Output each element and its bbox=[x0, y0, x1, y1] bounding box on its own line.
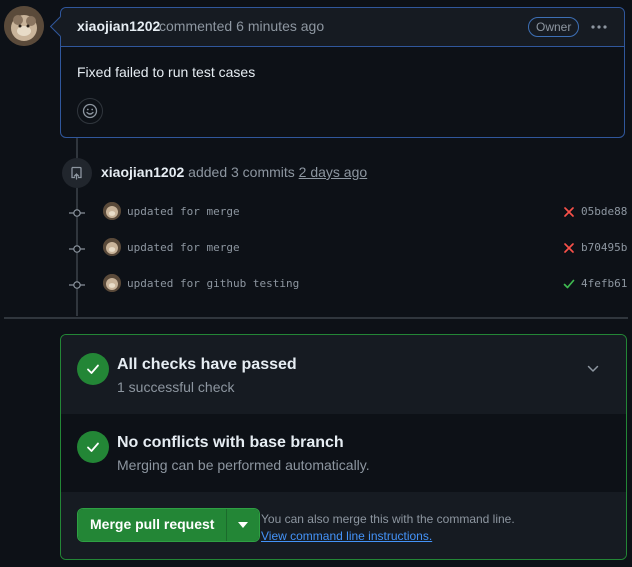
owner-badge: Owner bbox=[528, 17, 580, 37]
push-action-text: added 3 commits bbox=[188, 164, 295, 180]
merge-hint: You can also merge this with the command… bbox=[261, 511, 515, 545]
pull-request-timeline: xiaojian1202 commented 6 minutes ago Owne… bbox=[0, 0, 632, 567]
comment-meta: commented 6 minutes ago bbox=[159, 18, 324, 34]
commit-node-icon bbox=[69, 206, 85, 220]
comment-card: xiaojian1202 commented 6 minutes ago Owne… bbox=[60, 7, 625, 138]
chevron-down-icon[interactable] bbox=[583, 359, 603, 379]
conflicts-title: No conflicts with base branch bbox=[117, 434, 344, 451]
commit-message-link[interactable]: updated for merge bbox=[127, 205, 240, 218]
check-circle-icon bbox=[77, 353, 109, 385]
commit-node-icon bbox=[69, 242, 85, 256]
commit-author-avatar[interactable] bbox=[103, 202, 121, 220]
commit-row: updated for github testing 4fefb61 bbox=[0, 273, 632, 297]
push-event-text: xiaojian1202 added 3 commits 2 days ago bbox=[101, 164, 367, 180]
comment-action-text: commented bbox=[159, 18, 233, 34]
comment-author-link[interactable]: xiaojian1202 bbox=[77, 18, 160, 34]
commit-sha-link[interactable]: 4fefb61 bbox=[581, 277, 627, 290]
checks-title: All checks have passed bbox=[117, 356, 297, 373]
commit-author-avatar[interactable] bbox=[103, 274, 121, 292]
commit-sha-link[interactable]: 05bde88 bbox=[581, 205, 627, 218]
comment-header: xiaojian1202 commented 6 minutes ago Owne… bbox=[61, 8, 624, 47]
merge-method-dropdown-icon[interactable] bbox=[226, 509, 260, 541]
conflicts-section: No conflicts with base branch Merging ca… bbox=[61, 414, 626, 493]
commit-row: updated for merge 05bde88 bbox=[0, 201, 632, 225]
comment-author-avatar[interactable] bbox=[4, 6, 44, 46]
more-options-icon[interactable] bbox=[585, 16, 613, 38]
merge-hint-text: You can also merge this with the command… bbox=[261, 512, 515, 526]
repo-push-icon bbox=[62, 158, 92, 188]
checks-section[interactable]: All checks have passed 1 successful chec… bbox=[61, 335, 626, 415]
commit-message-link[interactable]: updated for merge bbox=[127, 241, 240, 254]
merge-pull-request-button[interactable]: Merge pull request bbox=[78, 509, 227, 541]
commit-sha-link[interactable]: b70495b bbox=[581, 241, 627, 254]
status-check-icon[interactable] bbox=[563, 277, 575, 289]
comment-timestamp[interactable]: 6 minutes ago bbox=[236, 18, 324, 34]
merge-box: All checks have passed 1 successful chec… bbox=[60, 334, 627, 560]
merge-action-section: Merge pull request You can also merge th… bbox=[61, 492, 626, 559]
status-x-icon[interactable] bbox=[563, 241, 575, 253]
timeline-divider bbox=[4, 317, 628, 319]
commit-row: updated for merge b70495b bbox=[0, 237, 632, 261]
merge-button-group: Merge pull request bbox=[77, 508, 261, 542]
push-timestamp-link[interactable]: 2 days ago bbox=[299, 164, 368, 180]
commit-author-avatar[interactable] bbox=[103, 238, 121, 256]
comment-body: Fixed failed to run test cases bbox=[77, 64, 256, 80]
command-line-instructions-link[interactable]: View command line instructions. bbox=[261, 528, 515, 545]
push-author-link[interactable]: xiaojian1202 bbox=[101, 164, 184, 180]
checks-subtitle: 1 successful check bbox=[117, 379, 235, 395]
commit-message-link[interactable]: updated for github testing bbox=[127, 277, 299, 290]
conflicts-subtitle: Merging can be performed automatically. bbox=[117, 457, 370, 473]
commit-node-icon bbox=[69, 278, 85, 292]
status-x-icon[interactable] bbox=[563, 205, 575, 217]
add-reaction-smiley-icon[interactable] bbox=[77, 98, 103, 124]
check-circle-icon bbox=[77, 431, 109, 463]
